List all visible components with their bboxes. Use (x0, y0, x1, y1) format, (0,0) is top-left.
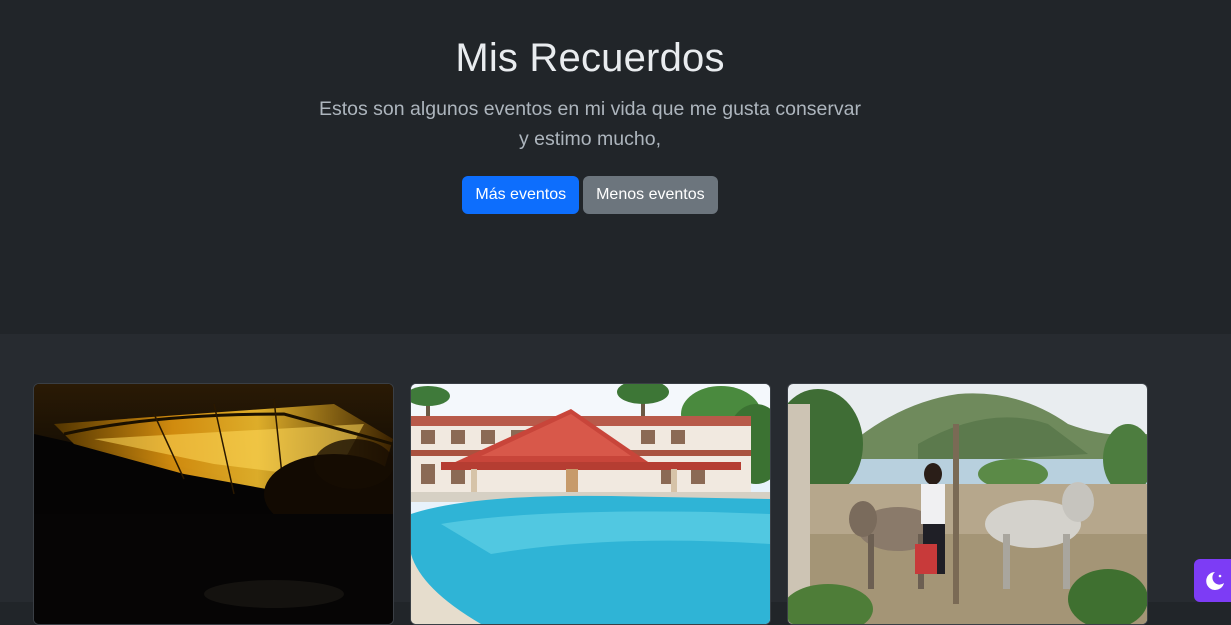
more-events-button[interactable]: Más eventos (462, 176, 580, 214)
card-pool (410, 383, 771, 625)
card-cattle (787, 383, 1148, 625)
page-title: Mis Recuerdos (455, 36, 725, 80)
hero-section: Mis Recuerdos Estos son algunos eventos … (0, 0, 1231, 334)
hero-buttons: Más eventos Menos eventos (0, 176, 1180, 214)
fewer-events-button[interactable]: Menos eventos (583, 176, 718, 214)
sunset-photo (34, 384, 393, 624)
theme-toggle-button[interactable] (1194, 559, 1231, 602)
moon-stars-icon (1206, 571, 1224, 590)
album-section (0, 334, 1231, 625)
pool-resort-photo (411, 384, 770, 624)
cattle-lake-photo (788, 384, 1147, 624)
hero-lead-text: Estos son algunos eventos en mi vida que… (319, 98, 861, 150)
card-sunset (33, 383, 394, 625)
